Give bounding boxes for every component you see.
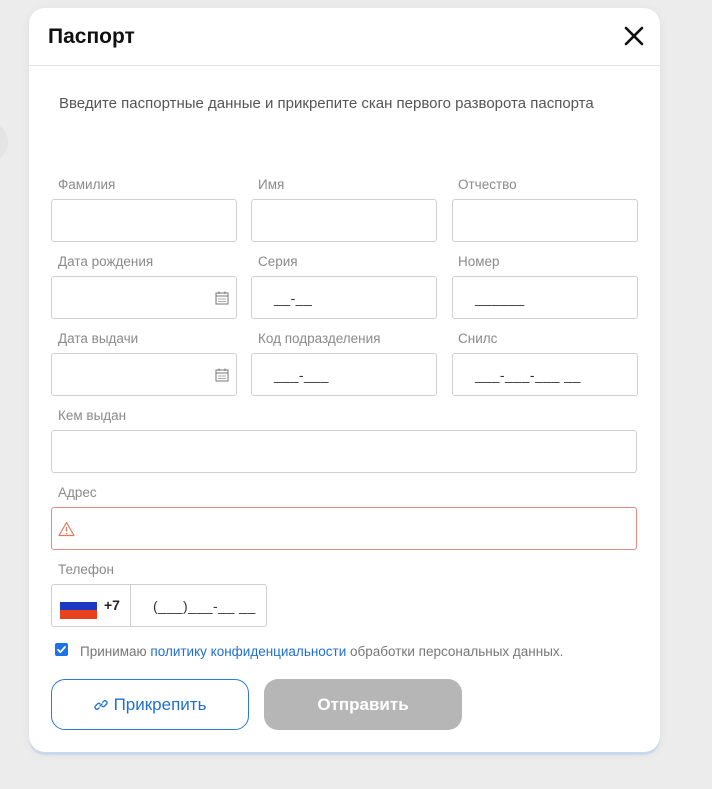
calendar-icon[interactable] bbox=[214, 290, 230, 306]
phone-input[interactable]: (___)___-__ __ bbox=[130, 584, 267, 627]
name-label: Имя bbox=[258, 177, 285, 192]
consent-text-before: Принимаю bbox=[80, 644, 151, 659]
number-mask: ______ bbox=[475, 290, 525, 306]
series-input[interactable]: __-__ bbox=[251, 276, 437, 319]
issued-by-label: Кем выдан bbox=[58, 408, 127, 423]
division-code-mask: ___-___ bbox=[274, 367, 329, 383]
consent-text-after: обработки персональных данных. bbox=[346, 644, 564, 659]
checkmark-icon bbox=[57, 646, 66, 654]
birth-date-input[interactable] bbox=[51, 276, 237, 319]
modal-title: Паспорт bbox=[48, 25, 135, 48]
name-input[interactable] bbox=[251, 199, 437, 242]
series-label: Серия bbox=[258, 254, 298, 269]
address-label: Адрес bbox=[58, 485, 97, 500]
consent-checkbox[interactable] bbox=[55, 643, 68, 656]
modal-intro-text: Введите паспортные данные и прикрепите с… bbox=[59, 95, 594, 112]
birth-date-label: Дата рождения bbox=[58, 254, 154, 269]
patronymic-label: Отчество bbox=[458, 177, 517, 192]
send-button[interactable]: Отправить bbox=[264, 679, 462, 730]
address-input[interactable] bbox=[51, 507, 637, 550]
privacy-policy-link[interactable]: политику конфиденциальности bbox=[150, 644, 346, 659]
background-panel-edge bbox=[0, 122, 8, 162]
division-code-label: Код подразделения bbox=[258, 331, 381, 346]
close-icon bbox=[624, 26, 644, 46]
phone-country-select[interactable]: +7 bbox=[51, 584, 130, 627]
number-input[interactable]: ______ bbox=[452, 276, 638, 319]
modal-header: Паспорт bbox=[29, 8, 660, 66]
passport-modal: Паспорт Введите паспортные данные и прик… bbox=[29, 8, 660, 752]
send-button-label: Отправить bbox=[317, 694, 409, 714]
issued-by-input[interactable] bbox=[51, 430, 637, 473]
surname-label: Фамилия bbox=[58, 177, 116, 192]
attach-button[interactable]: Прикрепить bbox=[51, 679, 249, 730]
close-button[interactable] bbox=[622, 24, 646, 48]
phone-prefix: +7 bbox=[104, 597, 120, 613]
number-label: Номер bbox=[458, 254, 500, 269]
attach-button-label: Прикрепить bbox=[113, 694, 207, 714]
russia-flag-icon bbox=[60, 593, 97, 619]
consent-text: Принимаю политику конфиденциальности обр… bbox=[80, 644, 563, 659]
issue-date-input[interactable] bbox=[51, 353, 237, 396]
link-icon bbox=[93, 699, 108, 710]
phone-label: Телефон bbox=[58, 562, 115, 577]
snils-label: Снилс bbox=[458, 331, 498, 346]
division-code-input[interactable]: ___-___ bbox=[251, 353, 437, 396]
calendar-icon[interactable] bbox=[214, 367, 230, 383]
warning-icon bbox=[58, 521, 75, 537]
surname-input[interactable] bbox=[51, 199, 237, 242]
patronymic-input[interactable] bbox=[452, 199, 638, 242]
snils-mask: ___-___-___ __ bbox=[475, 367, 581, 383]
snils-input[interactable]: ___-___-___ __ bbox=[452, 353, 638, 396]
issue-date-label: Дата выдачи bbox=[58, 331, 139, 346]
phone-mask: (___)___-__ __ bbox=[153, 598, 256, 614]
series-mask: __-__ bbox=[274, 290, 313, 306]
